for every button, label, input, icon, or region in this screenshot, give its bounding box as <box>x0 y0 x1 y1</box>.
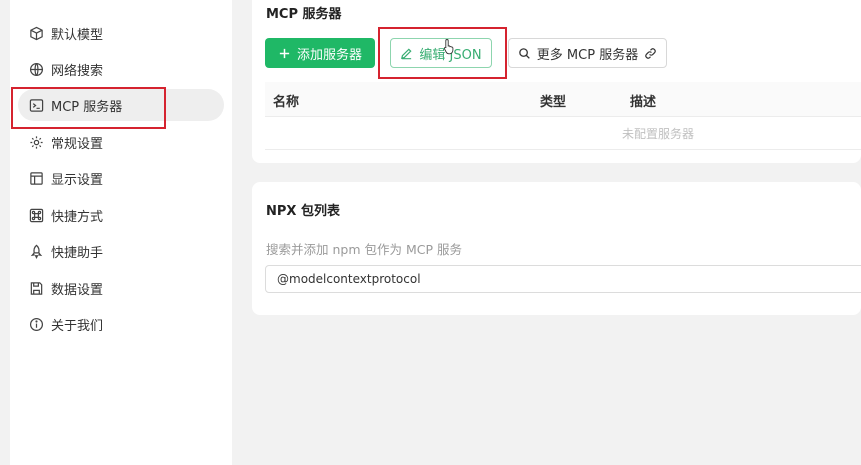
add-server-button[interactable]: 添加服务器 <box>265 38 375 68</box>
table-divider <box>265 116 861 117</box>
sidebar-item-label: MCP 服务器 <box>51 99 123 115</box>
sidebar-item-data-settings[interactable]: 数据设置 <box>18 272 224 304</box>
rocket-icon <box>28 243 44 259</box>
sidebar-item-display-settings[interactable]: 显示设置 <box>18 162 224 194</box>
plus-icon <box>278 47 291 60</box>
npx-section-title: NPX 包列表 <box>266 204 340 219</box>
add-server-label: 添加服务器 <box>296 47 362 63</box>
sidebar-item-web-search[interactable]: 网络搜索 <box>18 53 224 85</box>
save-icon <box>28 280 44 296</box>
edit-json-button[interactable]: 编辑 JSON <box>390 38 492 68</box>
sidebar-item-default-model[interactable]: 默认模型 <box>18 17 224 49</box>
sidebar-item-label: 关于我们 <box>51 318 104 334</box>
sidebar-item-label: 常规设置 <box>51 136 104 152</box>
info-icon <box>28 316 44 332</box>
hand-cursor-icon <box>443 38 457 56</box>
cube-icon <box>28 25 44 41</box>
column-header-description: 描述 <box>630 95 657 110</box>
terminal-icon <box>28 97 44 113</box>
sidebar-item-general-settings[interactable]: 常规设置 <box>18 126 224 158</box>
command-icon <box>28 207 44 223</box>
npx-search-hint: 搜索并添加 npm 包作为 MCP 服务 <box>266 242 462 257</box>
more-mcp-servers-button[interactable]: 更多 MCP 服务器 <box>508 38 667 68</box>
gear-icon <box>28 134 44 150</box>
sidebar-item-shortcuts[interactable]: 快捷方式 <box>18 199 224 231</box>
sidebar-item-label: 网络搜索 <box>51 63 104 79</box>
sidebar-item-label: 快捷方式 <box>51 209 104 225</box>
npx-search-input[interactable]: @modelcontextprotocol <box>265 265 861 293</box>
pencil-icon <box>400 47 413 60</box>
search-icon <box>518 47 531 60</box>
sidebar-item-about-us[interactable]: 关于我们 <box>18 308 224 340</box>
empty-servers-text: 未配置服务器 <box>622 127 695 141</box>
sidebar-item-label: 快捷助手 <box>51 245 104 261</box>
npx-search-input-value: @modelcontextprotocol <box>277 272 421 286</box>
mcp-section-title: MCP 服务器 <box>266 7 342 22</box>
table-bottom-divider <box>265 149 861 150</box>
sidebar-item-quick-assistant[interactable]: 快捷助手 <box>18 235 224 267</box>
sidebar-item-label: 显示设置 <box>51 172 104 188</box>
sidebar-item-mcp-servers[interactable]: MCP 服务器 <box>18 89 224 121</box>
settings-sidebar: 默认模型 网络搜索 MCP 服务器 常规设置 显示设置 快捷方式 快捷助手 数据… <box>10 0 232 465</box>
sidebar-item-label: 默认模型 <box>51 27 104 43</box>
globe-icon <box>28 61 44 77</box>
column-header-type: 类型 <box>540 95 567 110</box>
link-icon <box>644 47 657 60</box>
column-header-name: 名称 <box>273 95 300 110</box>
layout-icon <box>28 170 44 186</box>
sidebar-item-label: 数据设置 <box>51 282 104 298</box>
more-mcp-servers-label: 更多 MCP 服务器 <box>536 47 639 63</box>
